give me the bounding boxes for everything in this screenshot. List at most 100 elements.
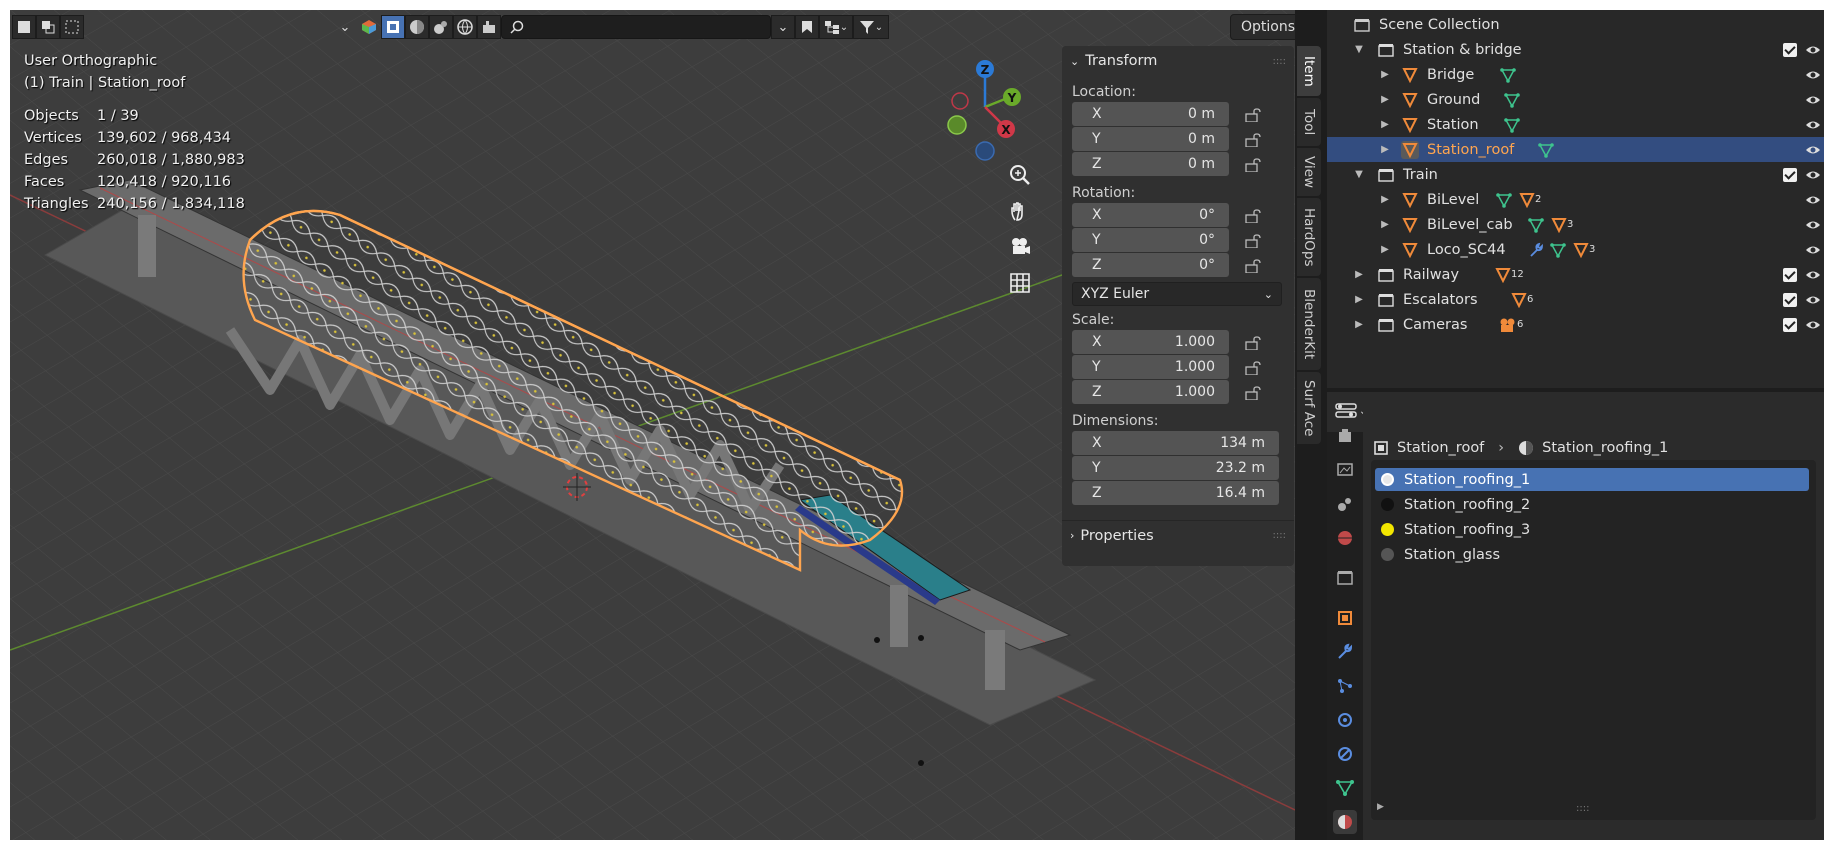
eye-icon[interactable]: [1805, 218, 1821, 232]
outliner-object-row[interactable]: ▶ BiLevel 2: [1327, 187, 1824, 212]
outliner-collection-row[interactable]: ▶ Cameras 6: [1327, 312, 1824, 337]
expand-arrow-icon[interactable]: ▶: [1353, 294, 1365, 305]
lock-icon[interactable]: [1245, 360, 1267, 376]
child-objects-icon[interactable]: 3: [1573, 241, 1603, 259]
dimension-z-field[interactable]: Z 16.4 m: [1072, 481, 1279, 505]
tab-collection-properties[interactable]: [1333, 566, 1357, 590]
grid-view-icon[interactable]: [1003, 266, 1037, 300]
include-checkbox[interactable]: [1783, 42, 1797, 57]
eye-icon[interactable]: [1805, 243, 1821, 257]
tab-object-properties[interactable]: [1333, 606, 1357, 630]
tab-item[interactable]: Item: [1297, 46, 1321, 96]
mesh-data-icon[interactable]: [1527, 216, 1545, 234]
expand-arrow-icon[interactable]: ▶: [1379, 69, 1391, 80]
lock-icon[interactable]: [1245, 107, 1267, 123]
tab-data-properties[interactable]: [1333, 776, 1357, 800]
material-preview-button[interactable]: [405, 15, 429, 39]
tab-tool[interactable]: Tool: [1297, 98, 1321, 146]
child-objects-icon[interactable]: 2: [1519, 191, 1549, 209]
viewport-search-input[interactable]: [501, 15, 771, 39]
properties-panel-header[interactable]: › Properties ::::: [1062, 520, 1294, 550]
outliner-object-row-selected[interactable]: ▶ Station_roof: [1327, 137, 1824, 162]
tab-view-layer-properties[interactable]: [1333, 492, 1357, 516]
zoom-icon[interactable]: [1003, 158, 1037, 192]
outliner-collection-row[interactable]: ▼ Station & bridge: [1327, 37, 1824, 62]
tab-blenderkit[interactable]: BlenderKit: [1297, 278, 1321, 370]
tab-output-properties[interactable]: [1333, 458, 1357, 482]
include-checkbox[interactable]: [1783, 292, 1797, 307]
rotation-mode-select[interactable]: XYZ Euler ⌄: [1072, 282, 1282, 306]
outliner-object-row[interactable]: ▶ Loco_SC44 3: [1327, 237, 1824, 262]
material-slot-item[interactable]: Station_roofing_2: [1375, 493, 1809, 516]
location-x-field[interactable]: X0 m: [1072, 102, 1229, 126]
expand-arrow-icon[interactable]: ▶: [1379, 194, 1391, 205]
outliner-object-row[interactable]: ▶ Station: [1327, 112, 1824, 137]
mesh-data-icon[interactable]: [1537, 141, 1555, 159]
filter-icon[interactable]: ⌄: [853, 15, 889, 39]
drag-handle-icon[interactable]: ::::: [1273, 56, 1286, 67]
material-slot-list[interactable]: Station_roofing_1 Station_roofing_2 Stat…: [1371, 460, 1816, 820]
eye-icon[interactable]: [1805, 168, 1821, 182]
tab-scene-properties[interactable]: [1333, 526, 1357, 550]
expand-arrow-icon[interactable]: ▶: [1377, 802, 1384, 812]
location-z-field[interactable]: Z0 m: [1072, 152, 1229, 176]
eye-icon[interactable]: [1805, 268, 1821, 282]
lock-icon[interactable]: [1245, 132, 1267, 148]
transform-header[interactable]: ⌄ Transform ::::: [1062, 46, 1294, 76]
wrench-modifier-icon[interactable]: [1527, 241, 1545, 259]
expand-arrow-icon[interactable]: ▼: [1353, 44, 1365, 55]
tab-particles-properties[interactable]: [1333, 674, 1357, 698]
expand-arrow-icon[interactable]: ▶: [1379, 144, 1391, 155]
scale-y-field[interactable]: Y 1.000: [1072, 355, 1229, 379]
eye-icon[interactable]: [1805, 93, 1821, 107]
expand-arrow-icon[interactable]: ▶: [1353, 319, 1365, 330]
select-new-button[interactable]: [12, 15, 36, 39]
tab-view[interactable]: View: [1297, 148, 1321, 196]
eye-icon[interactable]: [1805, 68, 1821, 82]
child-objects-icon[interactable]: 3: [1551, 216, 1581, 234]
expand-arrow-icon[interactable]: ▶: [1379, 219, 1391, 230]
visibility-dropdown[interactable]: ⌄: [333, 15, 357, 39]
scale-x-field[interactable]: X 1.000: [1072, 330, 1229, 354]
camera-icon[interactable]: 6: [1499, 316, 1529, 334]
lock-icon[interactable]: [1245, 258, 1267, 274]
outliner-object-row[interactable]: ▶ Bridge: [1327, 62, 1824, 87]
scene-collection-row[interactable]: Scene Collection: [1327, 12, 1824, 37]
orientation-gizmo[interactable]: Z Y X: [930, 55, 1040, 165]
eye-icon[interactable]: [1805, 143, 1821, 157]
chevron-down-icon[interactable]: ⌄: [771, 15, 795, 39]
eye-icon[interactable]: [1805, 293, 1821, 307]
lock-icon[interactable]: [1245, 385, 1267, 401]
mesh-data-icon[interactable]: [1495, 191, 1513, 209]
eye-icon[interactable]: [1805, 118, 1821, 132]
mesh-data-icon[interactable]: [1499, 66, 1517, 84]
dimension-y-field[interactable]: Y 23.2 m: [1072, 456, 1279, 480]
drag-handle-icon[interactable]: ::::: [1273, 530, 1286, 541]
location-y-field[interactable]: Y0 m: [1072, 127, 1229, 151]
eye-icon[interactable]: [1805, 193, 1821, 207]
include-checkbox[interactable]: [1783, 167, 1797, 182]
object-types-icon[interactable]: [357, 15, 381, 39]
scale-z-field[interactable]: Z 1.000: [1072, 380, 1229, 404]
material-slot-item[interactable]: Station_roofing_1: [1375, 468, 1809, 491]
mesh-data-icon[interactable]: [1503, 116, 1521, 134]
tab-render-properties[interactable]: [1333, 424, 1357, 448]
dimension-x-field[interactable]: X 134 m: [1072, 431, 1279, 455]
outliner-object-row[interactable]: ▶ Ground: [1327, 87, 1824, 112]
lock-icon[interactable]: [1245, 233, 1267, 249]
expand-arrow-icon[interactable]: ▼: [1353, 169, 1365, 180]
include-checkbox[interactable]: [1783, 317, 1797, 332]
camera-view-icon[interactable]: [1003, 230, 1037, 264]
eye-icon[interactable]: [1805, 318, 1821, 332]
outliner-collection-row[interactable]: ▶ Railway 12: [1327, 262, 1824, 287]
hierarchy-icon[interactable]: ⌄: [819, 15, 853, 39]
shading-icon[interactable]: [429, 15, 453, 39]
lock-icon[interactable]: [1245, 208, 1267, 224]
tab-constraints-properties[interactable]: [1333, 742, 1357, 766]
outliner-collection-row[interactable]: ▼ Train: [1327, 162, 1824, 187]
outliner-collection-row[interactable]: ▶ Escalators 6: [1327, 287, 1824, 312]
mesh-data-icon[interactable]: [1549, 241, 1567, 259]
select-subtract-button[interactable]: [60, 15, 84, 39]
hand-pan-icon[interactable]: [1003, 194, 1037, 228]
include-checkbox[interactable]: [1783, 267, 1797, 282]
